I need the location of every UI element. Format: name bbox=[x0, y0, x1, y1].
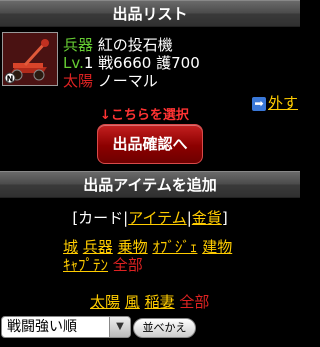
type-link-captain[interactable]: ｷｬﾌﾟﾃﾝ bbox=[63, 256, 108, 274]
listing-confirm-button[interactable]: 出品確認へ bbox=[97, 124, 203, 164]
item-element: 太陽 bbox=[63, 72, 94, 90]
page-title: 出品リスト bbox=[112, 5, 188, 23]
category-tabs: [カード|アイテム|金貨] bbox=[0, 207, 300, 228]
header-bar: 出品リスト bbox=[0, 0, 300, 27]
element-link-lightning[interactable]: 稲妻 bbox=[145, 293, 175, 311]
element-link-all[interactable]: 全部 bbox=[179, 293, 209, 311]
sort-select-value: 戦闘強い順 bbox=[7, 319, 77, 335]
defense-value: 護700 bbox=[156, 54, 200, 72]
category-gold-link[interactable]: 金貨 bbox=[192, 209, 222, 227]
item-thumbnail[interactable]: N bbox=[2, 32, 58, 86]
type-link-vehicle[interactable]: 乗物 bbox=[118, 238, 148, 256]
select-hint: ↓こちらを選択 bbox=[100, 108, 189, 123]
element-link-wind[interactable]: 風 bbox=[125, 293, 140, 311]
category-item-link[interactable]: アイテム bbox=[128, 209, 187, 227]
arrow-right-icon: ➡ bbox=[252, 97, 266, 111]
type-filter: 城 兵器 乗物 ｵﾌﾞｼﾞｪ 建物 ｷｬﾌﾟﾃﾝ 全部 bbox=[63, 238, 263, 274]
type-link-castle[interactable]: 城 bbox=[63, 238, 78, 256]
add-item-bar: 出品アイテムを追加 bbox=[0, 171, 300, 198]
remove-link[interactable]: ➡ 外す bbox=[252, 92, 298, 113]
type-link-object[interactable]: ｵﾌﾞｼﾞｪ bbox=[152, 238, 197, 256]
category-card: [カード| bbox=[72, 209, 129, 227]
type-link-building[interactable]: 建物 bbox=[202, 238, 232, 256]
element-link-sun[interactable]: 太陽 bbox=[90, 293, 120, 311]
sort-button[interactable]: 並べかえ bbox=[133, 318, 196, 338]
remove-link-label: 外す bbox=[268, 94, 299, 112]
catapult-icon: N bbox=[3, 33, 57, 85]
chevron-down-icon: ▼ bbox=[109, 317, 130, 337]
category-close: ] bbox=[221, 209, 228, 227]
item-rarity: ノーマル bbox=[97, 72, 158, 90]
section-title: 出品アイテムを追加 bbox=[83, 176, 217, 194]
sort-select[interactable]: 戦闘強い順 ▼ bbox=[1, 316, 131, 338]
type-link-all[interactable]: 全部 bbox=[113, 256, 143, 274]
item-element-line: 太陽 ノーマル bbox=[63, 70, 158, 91]
element-filter: 太陽 風 稲妻 全部 bbox=[90, 291, 209, 312]
type-link-weapon[interactable]: 兵器 bbox=[83, 238, 113, 256]
rarity-badge: N bbox=[7, 75, 14, 84]
